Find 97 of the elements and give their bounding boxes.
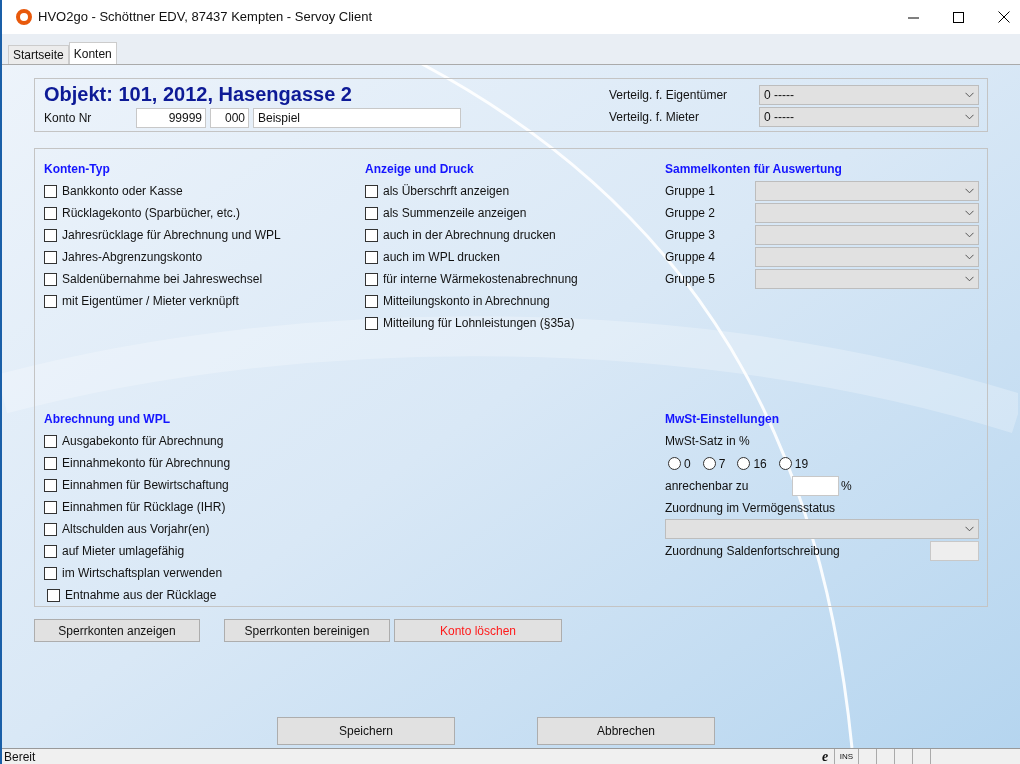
- checkbox-label: Rücklagekonto (Sparbücher, etc.): [62, 205, 241, 222]
- section-heading: Anzeige und Druck: [365, 161, 475, 178]
- checkbox[interactable]: [365, 272, 378, 286]
- chevron-down-icon: [965, 254, 974, 260]
- balance-field[interactable]: [930, 541, 979, 561]
- checkbox[interactable]: [44, 544, 57, 558]
- checkbox-label: Altschulden aus Vorjahr(en): [62, 521, 210, 538]
- checkbox-label: Einnahmen für Rücklage (IHR): [62, 499, 226, 516]
- group-label: Gruppe 2: [665, 205, 717, 222]
- field-label: MwSt-Satz in %: [665, 433, 751, 450]
- checkbox[interactable]: [47, 588, 60, 602]
- checkbox-label: Mitteilungskonto in Abrechnung: [383, 293, 550, 310]
- checkbox[interactable]: [365, 294, 378, 308]
- status-text: Bereit: [3, 748, 37, 764]
- section-heading: Abrechnung und WPL: [44, 411, 171, 428]
- sub-number-field[interactable]: 000: [210, 108, 249, 128]
- tab[interactable]: Konten: [68, 42, 117, 64]
- checkbox[interactable]: [44, 478, 57, 492]
- checkbox[interactable]: [44, 206, 57, 220]
- checkbox[interactable]: [44, 250, 57, 264]
- checkbox-label: auch im WPL drucken: [383, 249, 500, 266]
- checkbox-label: als Summenzeile anzeigen: [383, 205, 527, 222]
- section-heading: Sammelkonten für Auswertung: [665, 161, 843, 178]
- chevron-down-icon: [965, 92, 974, 98]
- checkbox[interactable]: [365, 316, 378, 330]
- checkbox-label: als Überschrft anzeigen: [383, 183, 510, 200]
- checkbox[interactable]: [44, 272, 57, 286]
- checkbox[interactable]: [365, 184, 378, 198]
- field-label: Verteilg. f. Mieter: [609, 109, 701, 126]
- radio-label: 16: [753, 455, 767, 473]
- checkbox[interactable]: [365, 250, 378, 264]
- field-label: Zuordnung Saldenfortschreibung: [665, 543, 840, 560]
- checkbox-label: auf Mieter umlagefähig: [62, 543, 185, 560]
- chevron-down-icon: [965, 114, 974, 120]
- radio-label: 7: [718, 455, 726, 473]
- section-heading: Konten-Typ: [44, 161, 111, 178]
- checkbox-label: für interne Wärmekostenabrechnung: [383, 271, 578, 288]
- account-name-field[interactable]: Beispiel: [253, 108, 461, 128]
- percent-field[interactable]: [792, 476, 839, 496]
- checkbox-label: Ausgabekonto für Abrechnung: [62, 433, 224, 450]
- checkbox[interactable]: [44, 500, 57, 514]
- checkbox-label: Mitteilung für Lohnleistungen (§35a): [383, 315, 575, 332]
- object-title: Objekt: 101, 2012, Hasengasse 2: [44, 83, 353, 105]
- chevron-down-icon: [965, 188, 974, 194]
- close-icon[interactable]: [998, 11, 1010, 23]
- chevron-down-icon: [965, 526, 974, 532]
- checkbox[interactable]: [44, 294, 57, 308]
- app-logo-icon: [16, 9, 32, 25]
- browser-glyph: e: [820, 749, 830, 764]
- section-heading: MwSt-Einstellungen: [665, 411, 780, 428]
- checkbox-label: Entnahme aus der Rücklage: [65, 587, 217, 604]
- checkbox-label: auch in der Abrechnung drucken: [383, 227, 556, 244]
- distribution-select[interactable]: 0 -----: [759, 85, 979, 105]
- distribution-select[interactable]: 0 -----: [759, 107, 979, 127]
- radio-button[interactable]: [702, 457, 716, 470]
- chevron-down-icon: [965, 276, 974, 282]
- field-label: Konto Nr: [44, 110, 93, 127]
- chevron-down-icon: [965, 232, 974, 238]
- field-label: Verteilg. f. Eigentümer: [609, 87, 729, 104]
- chevron-down-icon: [965, 210, 974, 216]
- mode-indicator: INS: [834, 749, 858, 764]
- tab[interactable]: Startseite: [8, 45, 69, 64]
- unit-label: %: [841, 478, 852, 495]
- checkbox-label: Saldenübernahme bei Jahreswechsel: [62, 271, 263, 288]
- checkbox[interactable]: [365, 206, 378, 220]
- radio-label: 0: [684, 455, 691, 473]
- checkbox[interactable]: [44, 228, 57, 242]
- checkbox[interactable]: [44, 184, 57, 198]
- maximize-icon[interactable]: [953, 11, 964, 23]
- window-title: HVO2go - Schöttner EDV, 87437 Kempten - Servoy Client: [38, 8, 374, 27]
- checkbox[interactable]: [44, 434, 57, 448]
- action-button[interactable]: Sperrkonten bereinigen: [224, 619, 390, 642]
- checkbox-label: mit Eigentümer / Mieter verknüpft: [62, 293, 239, 310]
- group-label: Gruppe 4: [665, 249, 717, 266]
- checkbox[interactable]: [44, 456, 57, 470]
- checkbox-label: Bankkonto oder Kasse: [62, 183, 183, 200]
- checkbox-label: Einnahmen für Bewirtschaftung: [62, 477, 229, 494]
- account-number-field[interactable]: 99999: [136, 108, 206, 128]
- field-label: anrechenbar zu: [665, 478, 750, 495]
- checkbox-label: Einnahmekonto für Abrechnung: [62, 455, 231, 472]
- radio-button[interactable]: [668, 457, 681, 470]
- checkbox[interactable]: [365, 228, 378, 242]
- checkbox-label: Jahres-Abgrenzungskonto: [62, 249, 203, 266]
- checkbox[interactable]: [44, 566, 57, 580]
- field-label: Zuordnung im Vermögensstatus: [665, 500, 837, 517]
- checkbox-label: im Wirtschaftsplan verwenden: [62, 565, 223, 582]
- checkbox[interactable]: [44, 522, 57, 536]
- radio-button[interactable]: [778, 457, 792, 470]
- checkbox-label: Jahresrücklage für Abrechnung und WPL: [62, 227, 281, 244]
- dialog-button[interactable]: Speichern: [277, 717, 455, 745]
- action-button[interactable]: Sperrkonten anzeigen: [34, 619, 200, 642]
- radio-label: 19: [794, 455, 809, 473]
- group-label: Gruppe 3: [665, 227, 717, 244]
- radio-button[interactable]: [737, 457, 751, 470]
- group-label: Gruppe 5: [665, 271, 717, 288]
- group-label: Gruppe 1: [665, 183, 717, 200]
- dialog-button[interactable]: Abbrechen: [537, 717, 715, 745]
